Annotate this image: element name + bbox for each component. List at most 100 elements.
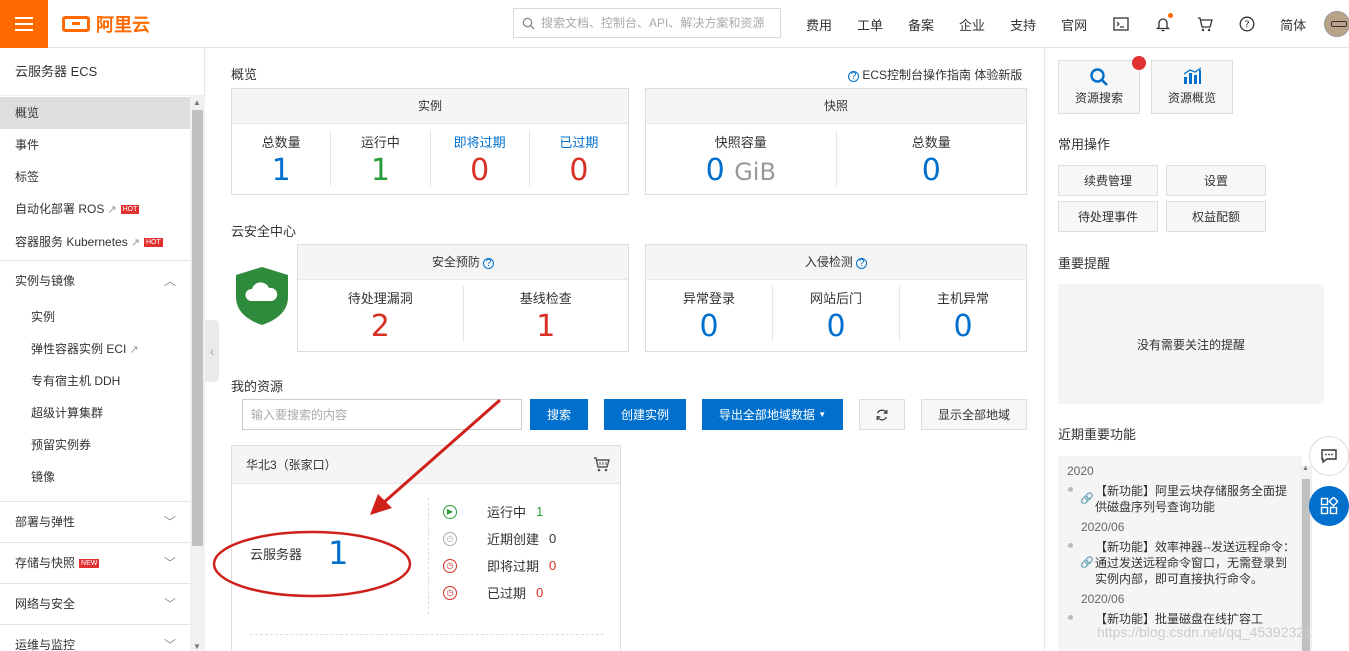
sidebar-item-label: 弹性容器实例 ECI bbox=[31, 342, 127, 356]
sidebar-group-deploy[interactable]: 部署与弹性 ﹀ bbox=[0, 501, 190, 542]
stat-total[interactable]: 总数量 1 bbox=[232, 130, 332, 188]
nav-support[interactable]: 支持 bbox=[1010, 15, 1036, 34]
instances-stats: 总数量 1 运行中 1 即将过期 0 已过期 0 bbox=[232, 124, 628, 192]
resource-search-input[interactable] bbox=[242, 399, 522, 430]
aliyun-logo[interactable]: 阿里云 bbox=[62, 11, 150, 37]
scroll-up-arrow[interactable]: ▲ bbox=[1302, 465, 1309, 472]
language-switch[interactable]: 简体 bbox=[1280, 15, 1306, 34]
ecs-count-value[interactable]: 1 bbox=[328, 534, 348, 572]
sidebar-item-tags[interactable]: 标签 bbox=[0, 161, 190, 193]
status-row-expiring[interactable]: ◷ 即将过期 0 bbox=[443, 552, 556, 579]
sidebar-scrollbar[interactable]: ▲ ▼ bbox=[190, 96, 205, 651]
stat-label: 待处理漏洞 bbox=[347, 291, 413, 306]
export-all-regions-button[interactable]: 导出全部地域数据 ▼ bbox=[702, 399, 843, 430]
refresh-button[interactable] bbox=[859, 399, 905, 430]
stat-label: 快照容量 bbox=[714, 135, 767, 150]
status-value: 1 bbox=[536, 504, 544, 519]
sidebar-item-instance[interactable]: 实例 bbox=[0, 301, 190, 333]
stat-baseline[interactable]: 基线检查 1 bbox=[464, 286, 629, 344]
sidebar-item-events[interactable]: 事件 bbox=[0, 129, 190, 161]
chat-float-button[interactable] bbox=[1309, 436, 1349, 476]
help-icon[interactable]: ? bbox=[1238, 15, 1256, 33]
sidebar-group-label: 部署与弹性 bbox=[15, 515, 76, 529]
nav-tickets[interactable]: 工单 bbox=[857, 15, 883, 34]
hot-badge: HOT bbox=[143, 238, 163, 248]
nav-icp[interactable]: 备案 bbox=[908, 15, 934, 34]
feature-item[interactable]: 🔗 【新功能】阿里云块存储服务全面提供磁盘序列号查询功能 bbox=[1058, 479, 1302, 519]
settings-button[interactable]: 设置 bbox=[1166, 165, 1266, 196]
caret-down-icon: ▼ bbox=[818, 410, 827, 419]
stat-expired[interactable]: 已过期 0 bbox=[530, 130, 628, 188]
sidebar-item-kubernetes[interactable]: 容器服务 Kubernetes ↗ HOT bbox=[0, 225, 190, 260]
stat-vulnerabilities[interactable]: 待处理漏洞 2 bbox=[298, 286, 464, 344]
new-version-link[interactable]: 体验新版 bbox=[974, 68, 1022, 82]
quota-button[interactable]: 权益配额 bbox=[1166, 201, 1266, 232]
stat-value: 1 bbox=[370, 153, 390, 188]
sidebar-item-scc[interactable]: 超级计算集群 bbox=[0, 397, 190, 429]
cart-icon[interactable] bbox=[1196, 15, 1214, 33]
global-search-input[interactable] bbox=[541, 16, 771, 30]
sidebar-group-ops[interactable]: 运维与监控 ﹀ bbox=[0, 624, 190, 651]
menu-icon[interactable] bbox=[0, 0, 48, 48]
renewal-button[interactable]: 续费管理 bbox=[1058, 165, 1158, 196]
help-circle-icon[interactable]: ? bbox=[483, 258, 495, 269]
notification-dot bbox=[1168, 13, 1174, 18]
global-search[interactable] bbox=[513, 8, 781, 38]
apps-float-button[interactable] bbox=[1309, 486, 1349, 526]
external-link-icon: ↗ bbox=[130, 237, 140, 249]
region-card-divider bbox=[250, 634, 604, 635]
features-list: 2020 🔗 【新功能】阿里云块存储服务全面提供磁盘序列号查询功能 2020/06… bbox=[1058, 456, 1302, 651]
overview-title: 概览 bbox=[231, 67, 258, 82]
feature-item[interactable]: 🔗 【新功能】效率神器--发送远程命令：通过发送远程命令窗口，无需登录到实例内部，… bbox=[1058, 535, 1302, 591]
sidebar-item-images[interactable]: 镜像 bbox=[0, 461, 190, 493]
status-row-expired[interactable]: ◷ 已过期 0 bbox=[443, 579, 556, 606]
console-guide-link[interactable]: ECS控制台操作指南 bbox=[862, 68, 971, 82]
stat-abnormal-login[interactable]: 异常登录 0 bbox=[646, 286, 773, 344]
status-row-running[interactable]: ▶ 运行中 1 bbox=[443, 498, 556, 525]
resource-search-label: 资源搜索 bbox=[1074, 91, 1123, 105]
stat-label: 运行中 bbox=[360, 135, 400, 150]
sidebar-group-network[interactable]: 网络与安全 ﹀ bbox=[0, 583, 190, 624]
scroll-down-arrow[interactable]: ▼ bbox=[193, 642, 201, 651]
region-card: 华北3（张家口） 云服务器 1 ▶ 运行中 1 ◷ 近期创建 0 ◷ 即将过期 0 ◷ 已过期… bbox=[231, 445, 621, 651]
show-all-regions-button[interactable]: 显示全部地域 bbox=[921, 399, 1027, 430]
sidebar-item-ros[interactable]: 自动化部署 ROS ↗ HOT bbox=[0, 193, 190, 225]
stat-snapshot-capacity[interactable]: 快照容量 0 GiB bbox=[646, 130, 837, 188]
help-circle-icon: ? bbox=[848, 71, 859, 82]
status-row-recent[interactable]: ◷ 近期创建 0 bbox=[443, 525, 556, 552]
create-instance-button[interactable]: 创建实例 bbox=[604, 399, 686, 430]
sidebar-item-eci[interactable]: 弹性容器实例 ECI ↗ bbox=[0, 333, 190, 365]
blog-watermark: https://blog.csdn.net/qq_45392321 bbox=[1097, 624, 1312, 640]
nav-website[interactable]: 官网 bbox=[1061, 15, 1087, 34]
stat-running[interactable]: 运行中 1 bbox=[331, 130, 431, 188]
instance-status-list: ▶ 运行中 1 ◷ 近期创建 0 ◷ 即将过期 0 ◷ 已过期 0 bbox=[428, 498, 556, 614]
search-button[interactable]: 搜索 bbox=[530, 399, 588, 430]
nav-fees[interactable]: 费用 bbox=[806, 15, 832, 34]
bell-icon[interactable] bbox=[1154, 13, 1174, 33]
ecs-count-label: 云服务器 bbox=[250, 547, 303, 562]
cart-icon[interactable] bbox=[593, 457, 610, 472]
stat-webshell[interactable]: 网站后门 0 bbox=[773, 286, 900, 344]
stat-host-anomaly[interactable]: 主机异常 0 bbox=[900, 286, 1026, 344]
chevron-down-icon: ﹀ bbox=[163, 638, 176, 651]
pending-events-button[interactable]: 待处理事件 bbox=[1058, 201, 1158, 232]
sidebar-group-instances[interactable]: 实例与镜像 ︿ bbox=[0, 260, 190, 301]
sidebar-scrollbar-thumb[interactable] bbox=[192, 110, 203, 546]
resource-search-button[interactable]: 资源搜索 bbox=[1058, 56, 1146, 114]
stat-label: 总数量 bbox=[911, 135, 951, 150]
sidebar-item-ddh[interactable]: 专有宿主机 DDH bbox=[0, 365, 190, 397]
sidebar-item-ri[interactable]: 预留实例券 bbox=[0, 429, 190, 461]
user-avatar[interactable] bbox=[1324, 11, 1349, 37]
stat-snapshot-total[interactable]: 总数量 0 bbox=[837, 130, 1027, 188]
stat-expiring[interactable]: 即将过期 0 bbox=[431, 130, 530, 188]
sidebar-item-overview[interactable]: 概览 bbox=[0, 97, 190, 129]
nav-enterprise[interactable]: 企业 bbox=[959, 15, 985, 34]
status-label: 运行中 bbox=[487, 505, 527, 520]
terminal-icon[interactable] bbox=[1112, 15, 1130, 33]
resource-overview-button[interactable]: 资源概览 bbox=[1151, 60, 1233, 114]
sidebar-collapse-handle[interactable]: ‹ bbox=[205, 320, 219, 382]
help-circle-icon[interactable]: ? bbox=[856, 258, 868, 269]
scroll-up-arrow[interactable]: ▲ bbox=[193, 98, 201, 107]
sidebar-group-storage[interactable]: 存储与快照 NEW ﹀ bbox=[0, 542, 190, 583]
sidebar-item-label: 预留实例券 bbox=[31, 438, 92, 452]
